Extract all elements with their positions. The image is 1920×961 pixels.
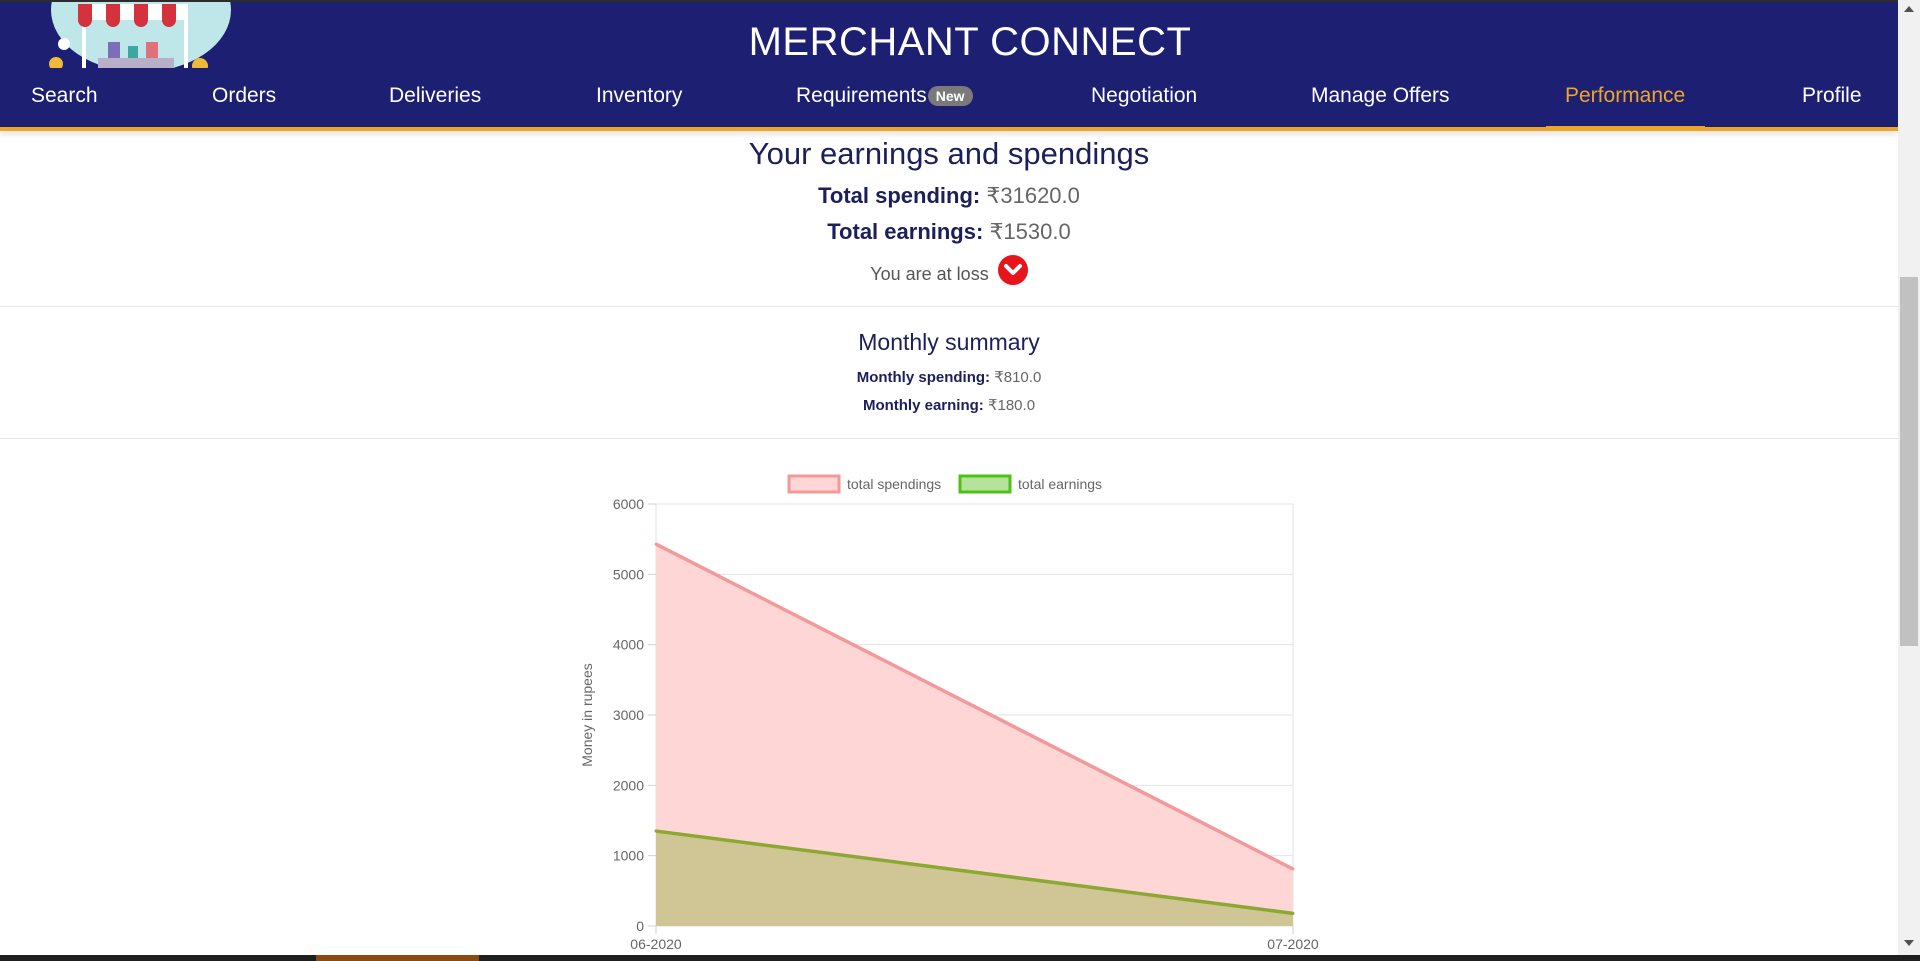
y-axis-label: Money in rupees bbox=[579, 663, 595, 767]
nav-item-inventory[interactable]: Inventory bbox=[596, 84, 682, 108]
monthly-spending-value: ₹810.0 bbox=[994, 369, 1042, 386]
vertical-scrollbar[interactable] bbox=[1898, 0, 1920, 955]
y-tick-label: 6000 bbox=[613, 496, 644, 512]
nav-item-label: Requirements bbox=[796, 84, 927, 107]
total-spending: Total spending: ₹31620.0 bbox=[0, 183, 1898, 209]
nav-item-requirements[interactable]: Requirements New bbox=[796, 84, 973, 108]
nav-item-label: Deliveries bbox=[389, 84, 482, 107]
nav-item-label: Manage Offers bbox=[1311, 84, 1450, 107]
total-spending-value: ₹31620.0 bbox=[986, 183, 1080, 208]
nav-item-label: Inventory bbox=[596, 84, 683, 107]
nav-item-label: Negotiation bbox=[1091, 84, 1198, 107]
app-header: MERCHANT CONNECT Search Orders Deliverie… bbox=[0, 0, 1898, 129]
x-tick-label: 07-2020 bbox=[1267, 936, 1319, 952]
scroll-thumb[interactable] bbox=[1900, 277, 1918, 646]
legend-label-spendings: total spendings bbox=[847, 476, 941, 492]
taskbar-active-segment bbox=[316, 955, 479, 961]
scroll-up-arrow-icon[interactable] bbox=[1904, 6, 1914, 12]
data-point-earnings bbox=[1291, 911, 1295, 915]
legend-label-earnings: total earnings bbox=[1018, 476, 1102, 492]
section-divider bbox=[0, 306, 1898, 307]
nav-item-search[interactable]: Search bbox=[31, 84, 98, 108]
monthly-spending: Monthly spending: ₹810.0 bbox=[0, 368, 1898, 386]
monthly-earning-value: ₹180.0 bbox=[987, 397, 1036, 414]
monthly-spending-label: Monthly spending: bbox=[856, 369, 991, 386]
data-point-spendings bbox=[654, 542, 658, 546]
total-earnings-label: Total earnings: bbox=[827, 219, 984, 244]
monthly-summary-title: Monthly summary bbox=[858, 329, 1040, 355]
nav-item-manage-offers[interactable]: Manage Offers bbox=[1311, 84, 1450, 108]
nav-item-label: Profile bbox=[1802, 84, 1862, 107]
y-tick-label: 3000 bbox=[613, 707, 644, 723]
y-tick-label: 5000 bbox=[613, 566, 644, 582]
earnings-title: Your earnings and spendings bbox=[748, 136, 1150, 171]
total-spending-label: Total spending: bbox=[818, 183, 981, 208]
page: MERCHANT CONNECT Search Orders Deliverie… bbox=[0, 0, 1920, 961]
monthly-earning: Monthly earning: ₹180.0 bbox=[0, 396, 1898, 414]
legend-swatch-spendings bbox=[787, 474, 841, 494]
total-earnings: Total earnings: ₹1530.0 bbox=[0, 219, 1898, 245]
data-point-spendings bbox=[1291, 867, 1295, 871]
y-tick-label: 4000 bbox=[613, 637, 644, 653]
nav-item-label: Performance bbox=[1565, 84, 1686, 107]
chevron-down-circle-icon bbox=[997, 255, 1028, 285]
header-accent-bar bbox=[0, 127, 1898, 131]
loss-status-text: You are at loss bbox=[870, 264, 989, 284]
section-divider bbox=[0, 438, 1898, 439]
nav-item-profile[interactable]: Profile bbox=[1802, 84, 1862, 108]
nav-item-label: Search bbox=[31, 84, 98, 107]
y-tick-label: 2000 bbox=[613, 777, 644, 793]
nav-item-orders[interactable]: Orders bbox=[212, 84, 276, 108]
app-title: MERCHANT CONNECT bbox=[748, 20, 1192, 64]
nav-item-label: Orders bbox=[212, 84, 277, 107]
legend-swatch-earnings bbox=[958, 474, 1012, 494]
scroll-down-arrow-icon[interactable] bbox=[1904, 940, 1914, 946]
x-tick-label: 06-2020 bbox=[630, 936, 682, 952]
total-earnings-value: ₹1530.0 bbox=[989, 219, 1071, 244]
nav-item-deliveries[interactable]: Deliveries bbox=[389, 84, 481, 108]
y-tick-label: 0 bbox=[636, 918, 644, 934]
data-point-earnings bbox=[654, 829, 658, 833]
earnings-spendings-chart: 0 1000 2000 3000 4000 5000 6000 06-2020 07-2020 M… bbox=[579, 474, 1319, 952]
y-tick-label: 1000 bbox=[613, 848, 644, 864]
loss-status: You are at loss bbox=[0, 255, 1898, 285]
taskbar-strip bbox=[0, 955, 1920, 961]
new-badge: New bbox=[927, 86, 973, 106]
nav-item-negotiation[interactable]: Negotiation bbox=[1091, 84, 1197, 108]
nav-item-performance[interactable]: Performance bbox=[1565, 84, 1685, 108]
monthly-earning-label: Monthly earning: bbox=[862, 397, 984, 414]
